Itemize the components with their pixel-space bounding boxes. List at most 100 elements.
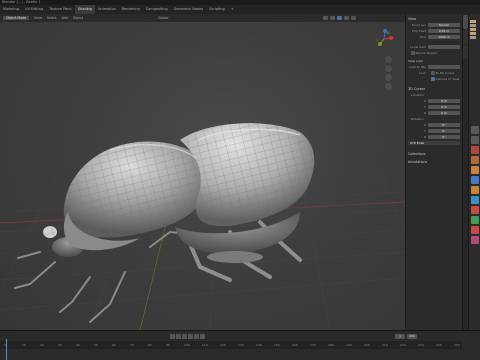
frame-tick-label: 90 — [166, 343, 170, 347]
collections-section-header[interactable]: Collections — [406, 151, 462, 157]
workspace-tab[interactable]: Modeling — [0, 5, 22, 14]
cursor-loc-y[interactable]: 0 m — [428, 104, 460, 110]
workspace-tab[interactable]: Shading — [74, 5, 95, 14]
workspace-tab[interactable]: UV Editing — [22, 5, 46, 14]
focal-length-field[interactable]: 50 mm — [428, 22, 460, 28]
frame-end-field[interactable]: 250 — [407, 334, 417, 339]
rotation-mode-dropdown[interactable]: XYZ Euler — [408, 140, 460, 146]
workspace-tabs: Modeling UV Editing Texture Paint Shading An… — [0, 5, 480, 14]
texture-properties-icon[interactable] — [471, 236, 479, 244]
solid-shading-icon[interactable] — [337, 16, 343, 20]
cursor-loc-z[interactable]: 0 m — [428, 110, 460, 116]
workspace-tab[interactable]: + — [228, 5, 237, 14]
timeline-editor[interactable]: 1 250 0 10 20 30 40 50 60 70 80 90 100 110 120 130 140… — [0, 330, 480, 360]
zoom-icon[interactable] — [385, 56, 392, 63]
viewport-nav-buttons — [385, 56, 395, 92]
particles-properties-icon[interactable] — [471, 186, 479, 194]
clip-start-label: Clip Start — [412, 29, 426, 33]
workspace-tab[interactable]: Texture Paint — [46, 5, 75, 14]
jump-end-icon[interactable] — [200, 334, 205, 339]
camera-view-icon[interactable] — [385, 74, 392, 81]
frame-start-field[interactable]: 1 — [395, 334, 405, 339]
output-properties-icon[interactable] — [471, 136, 479, 144]
frame-tick-label: 70 — [130, 343, 134, 347]
workspace-tab[interactable]: Scripting — [206, 5, 228, 14]
next-keyframe-icon[interactable] — [194, 334, 199, 339]
menu-object[interactable]: Object — [73, 16, 83, 20]
outliner-icon[interactable] — [470, 32, 476, 35]
cursor-loc-x[interactable]: 0 m — [428, 98, 460, 104]
cursor-rot-y[interactable]: 0° — [428, 128, 460, 134]
perspective-grid-icon[interactable] — [385, 83, 392, 90]
data-properties-icon[interactable] — [471, 216, 479, 224]
outliner-icon[interactable] — [470, 20, 476, 23]
transform-orientation[interactable]: Global — [158, 16, 168, 20]
beetle-model[interactable] — [14, 123, 315, 323]
clip-start-field[interactable]: 0.01 m — [428, 28, 460, 34]
frame-tick-label: 160 — [292, 343, 298, 347]
workspace-tab[interactable]: Animation — [95, 5, 119, 14]
frame-range: 1 250 — [395, 334, 417, 339]
frame-tick-label: 230 — [418, 343, 424, 347]
navigation-gizmo[interactable] — [373, 28, 395, 50]
frame-tick-label: 10 — [22, 343, 26, 347]
prev-keyframe-icon[interactable] — [176, 334, 181, 339]
mode-selector[interactable]: Object Mode — [3, 16, 30, 20]
frame-tick-label: 20 — [40, 343, 44, 347]
outliner-icon[interactable] — [470, 24, 476, 27]
frame-tick-label: 50 — [94, 343, 98, 347]
frame-tick-label: 100 — [184, 343, 190, 347]
render-properties-icon[interactable] — [471, 126, 479, 134]
cursor-rot-x[interactable]: 0° — [428, 122, 460, 128]
frame-ruler[interactable]: 0 10 20 30 40 50 60 70 80 90 100 110 120 130 140 150 160… — [0, 341, 462, 349]
physics-properties-icon[interactable] — [471, 196, 479, 204]
xray-icon[interactable] — [330, 16, 336, 20]
window-title: Blender [...] - Beetle 1 — [2, 0, 41, 4]
sidebar-n-panel: View Focal Len 50 mm Clip Start 0.01 m End… — [405, 14, 462, 330]
play-reverse-icon[interactable] — [182, 334, 187, 339]
world-properties-icon[interactable] — [471, 156, 479, 164]
outliner-icon[interactable] — [470, 28, 476, 31]
cursor-rot-z[interactable]: 0° — [428, 134, 460, 140]
camera-to-view-checkbox[interactable] — [431, 77, 435, 81]
frame-tick-label: 80 — [148, 343, 152, 347]
frame-tick-label: 210 — [382, 343, 388, 347]
focal-length-label: Focal Len — [411, 23, 426, 27]
jump-start-icon[interactable] — [170, 334, 175, 339]
render-region-checkbox[interactable] — [411, 51, 415, 55]
workspace-tab[interactable]: Geometry Nodes — [171, 5, 207, 14]
outliner-icon[interactable] — [470, 36, 476, 39]
workspace-tab[interactable]: Compositing — [143, 5, 171, 14]
clip-end-field[interactable]: 1000 m — [428, 34, 460, 40]
overlay-icon[interactable] — [323, 16, 329, 20]
modifier-properties-icon[interactable] — [471, 176, 479, 184]
camera-to-view-label: Camera to View — [435, 77, 460, 81]
frame-tick-label: 250 — [454, 343, 460, 347]
outliner-panel — [469, 20, 480, 39]
3d-viewport[interactable] — [0, 22, 405, 330]
frame-tick-label: 170 — [310, 343, 316, 347]
menu-add[interactable]: Add — [62, 16, 68, 20]
frame-tick-label: 200 — [364, 343, 370, 347]
material-shading-icon[interactable] — [344, 16, 350, 20]
to-cursor-label: To 3D Cursor — [435, 71, 455, 75]
play-icon[interactable] — [188, 334, 193, 339]
scene-properties-icon[interactable] — [471, 146, 479, 154]
lock-to-object-field[interactable] — [428, 64, 460, 70]
location-label: Location: — [411, 93, 425, 97]
workspace-tab[interactable]: Rendering — [119, 5, 143, 14]
object-properties-icon[interactable] — [471, 166, 479, 174]
annotations-section-header[interactable]: Annotations — [406, 159, 462, 165]
to-cursor-checkbox[interactable] — [431, 71, 435, 75]
frame-tick-label: 190 — [346, 343, 352, 347]
viewport-canvas[interactable] — [0, 22, 405, 330]
rendered-shading-icon[interactable] — [351, 16, 357, 20]
material-properties-icon[interactable] — [471, 226, 479, 234]
menu-view[interactable]: View — [34, 16, 42, 20]
playback-buttons — [170, 334, 205, 339]
local-camera-field[interactable] — [428, 44, 460, 50]
playhead[interactable] — [6, 339, 7, 360]
pan-hand-icon[interactable] — [385, 65, 392, 72]
menu-select[interactable]: Select — [47, 16, 57, 20]
constraints-properties-icon[interactable] — [471, 206, 479, 214]
